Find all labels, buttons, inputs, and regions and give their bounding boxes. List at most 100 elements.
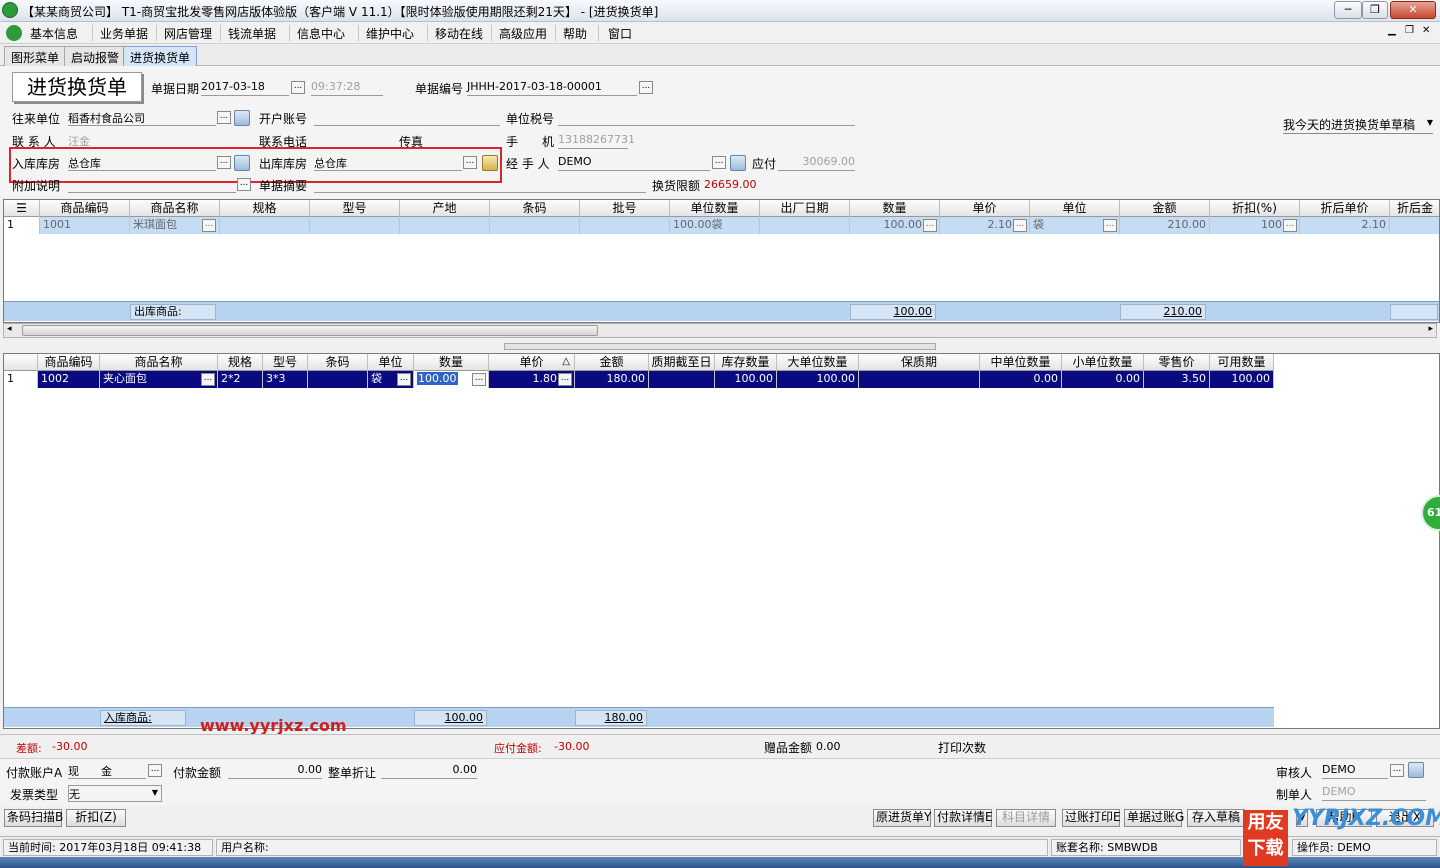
- partner-picker-button[interactable]: ...: [217, 111, 231, 124]
- col-stock[interactable]: 库存数量: [715, 354, 777, 371]
- col-unit-qty[interactable]: 单位数量: [670, 200, 760, 217]
- col-amount[interactable]: 金额: [1120, 200, 1210, 217]
- post-print-button[interactable]: 过账打印E: [1062, 809, 1121, 827]
- out-goods-grid[interactable]: ☰ 商品编码 商品名称 规格 型号 产地 条码 批号 单位数量 出厂日期 数量 …: [3, 199, 1440, 323]
- pay-amount-field[interactable]: 0.00: [228, 763, 322, 779]
- menu-mobile-online[interactable]: 移动在线: [435, 25, 483, 42]
- col-available[interactable]: 可用数量: [1210, 354, 1274, 371]
- restore-button[interactable]: ❐: [1362, 1, 1388, 19]
- col-retail[interactable]: 零售价: [1144, 354, 1210, 371]
- mdi-restore-button[interactable]: ❐: [1405, 25, 1414, 36]
- menu-info-center[interactable]: 信息中心: [297, 25, 345, 42]
- save-draft-button[interactable]: 存入草稿: [1187, 809, 1245, 827]
- app-menu-icon[interactable]: [6, 25, 22, 41]
- grid-splitter[interactable]: [504, 343, 936, 350]
- home-warehouse-icon[interactable]: [482, 155, 498, 171]
- handler-field[interactable]: DEMO: [558, 155, 710, 171]
- date-field[interactable]: 2017-03-18: [201, 80, 289, 96]
- grid-menu-icon[interactable]: ☰: [4, 200, 40, 217]
- barcode-scan-button[interactable]: 条码扫描B: [4, 809, 63, 827]
- date-picker-button[interactable]: ...: [291, 81, 305, 94]
- mobile-field[interactable]: 13188267731: [558, 133, 635, 149]
- menu-web-store[interactable]: 网店管理: [164, 25, 212, 42]
- menu-maintenance[interactable]: 维护中心: [366, 25, 414, 42]
- col-big-unit-qty[interactable]: 大单位数量: [777, 354, 859, 371]
- discount-button[interactable]: 折扣(Z): [66, 809, 126, 827]
- col-name[interactable]: 商品名称: [100, 354, 218, 371]
- out-grid-hscrollbar[interactable]: ◂ ▸: [3, 323, 1437, 338]
- col-model[interactable]: 型号: [263, 354, 308, 371]
- partner-lookup-icon[interactable]: [234, 110, 250, 126]
- qty-editor[interactable]: 100.00...: [414, 371, 489, 388]
- menu-window[interactable]: 窗口: [608, 25, 632, 42]
- pay-account-button[interactable]: ...: [148, 764, 162, 777]
- invoice-select[interactable]: 无 ▼: [68, 785, 162, 802]
- docno-button[interactable]: ...: [639, 81, 653, 94]
- handler-picker-button[interactable]: ...: [712, 156, 726, 169]
- taxno-field[interactable]: [558, 110, 855, 126]
- mdi-close-button[interactable]: ✕: [1422, 25, 1430, 36]
- col-qty[interactable]: 数量: [850, 200, 940, 217]
- orig-doc-button[interactable]: 原进货单Y: [873, 809, 931, 827]
- menu-advanced[interactable]: 高级应用: [499, 25, 547, 42]
- note-button[interactable]: ...: [237, 178, 251, 191]
- col-batch[interactable]: 批号: [580, 200, 670, 217]
- col-unit[interactable]: 单位: [368, 354, 414, 371]
- col-barcode[interactable]: 条码: [308, 354, 368, 371]
- tab-startup-alerts[interactable]: 启动报警: [64, 46, 127, 66]
- col-code[interactable]: 商品编码: [40, 200, 130, 217]
- pay-detail-button[interactable]: 付款详情E: [934, 809, 993, 827]
- summary-field[interactable]: [314, 177, 646, 193]
- col-barcode[interactable]: 条码: [490, 200, 580, 217]
- col-disc-amount[interactable]: 折后金: [1390, 200, 1439, 217]
- auditor-button[interactable]: ...: [1390, 764, 1404, 777]
- col-expiry-date[interactable]: 质期截至日: [649, 354, 715, 371]
- col-disc-price[interactable]: 折后单价: [1300, 200, 1390, 217]
- col-price[interactable]: 单价 △: [489, 354, 575, 371]
- col-spec[interactable]: 规格: [220, 200, 310, 217]
- draft-select[interactable]: 我今天的进货换货单草稿 ▼: [1283, 116, 1433, 134]
- minimize-button[interactable]: ─: [1334, 1, 1362, 19]
- col-shelf-life[interactable]: 保质期: [859, 354, 980, 371]
- out-store-picker-button[interactable]: ...: [463, 156, 477, 169]
- menu-cash-docs[interactable]: 钱流单据: [228, 25, 276, 42]
- in-store-picker-button[interactable]: ...: [217, 156, 231, 169]
- col-origin[interactable]: 产地: [400, 200, 490, 217]
- account-field[interactable]: [314, 110, 500, 126]
- menu-help[interactable]: 帮助: [563, 25, 587, 42]
- subject-detail-button[interactable]: 科目详情: [996, 809, 1056, 827]
- menu-business-docs[interactable]: 业务单据: [100, 25, 148, 42]
- col-price[interactable]: 单价: [940, 200, 1030, 217]
- col-mfg-date[interactable]: 出厂日期: [760, 200, 850, 217]
- in-store-field[interactable]: 总仓库: [68, 155, 216, 171]
- col-discount[interactable]: 折扣(%): [1210, 200, 1300, 217]
- col-spec[interactable]: 规格: [218, 354, 263, 371]
- col-mid-unit-qty[interactable]: 中单位数量: [980, 354, 1062, 371]
- scroll-right-icon[interactable]: ▸: [1428, 324, 1433, 334]
- tab-graphic-menu[interactable]: 图形菜单: [4, 46, 67, 66]
- time-field[interactable]: 09:37:28: [311, 80, 383, 96]
- add-user-icon[interactable]: [1408, 762, 1424, 778]
- col-small-unit-qty[interactable]: 小单位数量: [1062, 354, 1144, 371]
- docno-field[interactable]: JHHH-2017-03-18-00001: [467, 80, 637, 96]
- out-store-field[interactable]: 总仓库: [314, 155, 462, 171]
- col-qty[interactable]: 数量: [414, 354, 489, 371]
- col-code[interactable]: 商品编码: [38, 354, 100, 371]
- warehouse-icon[interactable]: [234, 155, 250, 171]
- in-goods-grid[interactable]: 商品编码 商品名称 规格 型号 条码 单位 数量 单价 △ 金额 质期截至日 库存…: [3, 353, 1440, 729]
- col-model[interactable]: 型号: [310, 200, 400, 217]
- menu-basic-info[interactable]: 基本信息: [30, 25, 78, 42]
- table-row[interactable]: 1 1001 米琪面包... 100.00袋 100.00... 2.10...…: [4, 217, 1439, 234]
- partner-field[interactable]: 稻香村食品公司: [68, 110, 216, 126]
- close-button[interactable]: ✕: [1390, 1, 1436, 19]
- note-field[interactable]: [68, 177, 236, 193]
- person-icon[interactable]: [730, 155, 746, 171]
- pay-account-field[interactable]: 现 金: [68, 763, 146, 779]
- post-button[interactable]: 单据过账G: [1124, 809, 1184, 827]
- col-amount[interactable]: 金额: [575, 354, 649, 371]
- scroll-thumb[interactable]: [22, 325, 598, 336]
- col-unit[interactable]: 单位: [1030, 200, 1120, 217]
- mdi-minimize-button[interactable]: ▁: [1388, 25, 1396, 36]
- tab-exchange-doc[interactable]: 进货换货单: [123, 46, 198, 66]
- col-name[interactable]: 商品名称: [130, 200, 220, 217]
